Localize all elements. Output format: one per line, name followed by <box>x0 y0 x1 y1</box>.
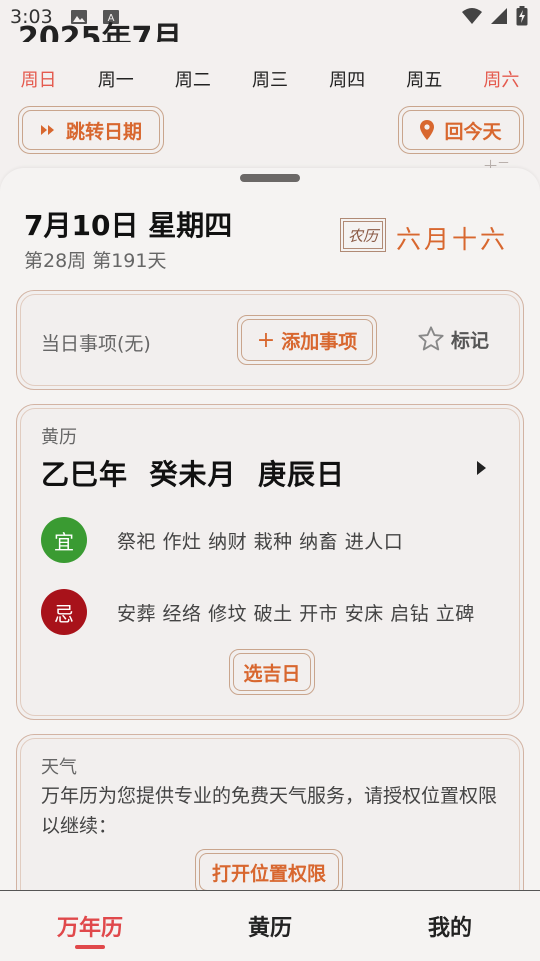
day-events-card: 当日事项(无) + 添加事项 标记 <box>16 290 524 390</box>
star-icon <box>418 326 444 351</box>
weekday-sat: 周六 <box>483 70 520 91</box>
open-location-permission-button[interactable]: 打开位置权限 <box>195 849 343 890</box>
weekday-wed: 周三 <box>251 70 288 91</box>
lunar-date: 六月十六 <box>396 225 509 254</box>
weekday-tue: 周二 <box>174 70 211 91</box>
back-to-today-label: 回今天 <box>444 120 502 143</box>
plus-icon: + <box>256 327 276 353</box>
chevron-right-icon[interactable] <box>477 461 486 475</box>
choose-auspicious-day-label: 选吉日 <box>243 662 301 685</box>
weekday-sun: 周日 <box>20 70 57 91</box>
yi-badge: 宜 <box>41 517 87 563</box>
month-title: 2025年7月 <box>18 21 183 42</box>
almanac-card[interactable]: 黄历 乙巳年 癸未月 庚辰日 宜 祭祀 作灶 纳财 栽种 纳畜 进人口 忌 安葬… <box>16 404 524 720</box>
ji-items: 安葬 经络 修坟 破土 开市 安床 启钻 立碑 <box>117 602 475 625</box>
nav-almanac[interactable]: 黄历 <box>180 891 360 961</box>
weather-label: 天气 <box>41 757 77 778</box>
cellular-signal-icon <box>491 8 507 24</box>
day-detail-sheet: 7月10日 星期四 第28周 第191天 农历 六月十六 当日事项(无) + 添… <box>0 168 540 890</box>
open-location-permission-label: 打开位置权限 <box>211 862 326 885</box>
weekday-mon: 周一 <box>97 70 134 91</box>
back-to-today-button[interactable]: 回今天 <box>398 106 524 154</box>
nav-calendar[interactable]: 万年历 <box>0 891 180 961</box>
almanac-label: 黄历 <box>41 427 77 448</box>
ji-badge: 忌 <box>41 589 87 635</box>
wifi-icon <box>462 8 482 24</box>
location-pin-icon <box>420 120 435 140</box>
weekday-header: 周日 周一 周二 周三 周四 周五 周六 <box>0 66 540 92</box>
jump-date-button[interactable]: 跳转日期 <box>18 106 164 154</box>
ji-row: 忌 安葬 经络 修坟 破土 开市 安床 启钻 立碑 <box>41 589 475 635</box>
selected-date-title: 7月10日 星期四 <box>24 209 233 242</box>
nav-mine[interactable]: 我的 <box>360 891 540 961</box>
mark-button[interactable]: 标记 <box>417 325 489 353</box>
sheet-drag-handle[interactable] <box>240 174 300 182</box>
nav-almanac-label: 黄历 <box>247 915 292 941</box>
weather-permission-text: 万年历为您提供专业的免费天气服务，请授权位置权限以继续： <box>41 785 498 837</box>
bottom-navigation: 万年历 黄历 我的 <box>0 890 540 961</box>
nav-calendar-label: 万年历 <box>56 915 123 941</box>
week-day-count: 第28周 第191天 <box>24 250 167 272</box>
weekday-fri: 周五 <box>406 70 443 91</box>
ganzhi-date: 乙巳年 癸未月 庚辰日 <box>41 458 345 491</box>
lunar-stamp: 农历 <box>340 218 386 252</box>
weekday-thu: 周四 <box>329 70 366 91</box>
add-event-label: 添加事项 <box>281 330 358 353</box>
status-icons <box>462 6 528 26</box>
nav-mine-label: 我的 <box>427 915 472 941</box>
jump-date-label: 跳转日期 <box>65 120 142 143</box>
weather-card: 天气 万年历为您提供专业的免费天气服务，请授权位置权限以继续： 打开位置权限 <box>16 734 524 890</box>
yi-row: 宜 祭祀 作灶 纳财 栽种 纳畜 进人口 <box>41 517 403 563</box>
yi-items: 祭祀 作灶 纳财 栽种 纳畜 进人口 <box>117 530 404 553</box>
battery-charging-icon <box>516 6 528 26</box>
mark-label: 标记 <box>451 329 490 352</box>
day-events-label: 当日事项(无) <box>41 333 151 355</box>
choose-auspicious-day-button[interactable]: 选吉日 <box>229 649 315 695</box>
active-tab-indicator <box>75 945 105 949</box>
add-event-button[interactable]: + 添加事项 <box>237 315 377 365</box>
fast-forward-icon <box>40 125 54 135</box>
